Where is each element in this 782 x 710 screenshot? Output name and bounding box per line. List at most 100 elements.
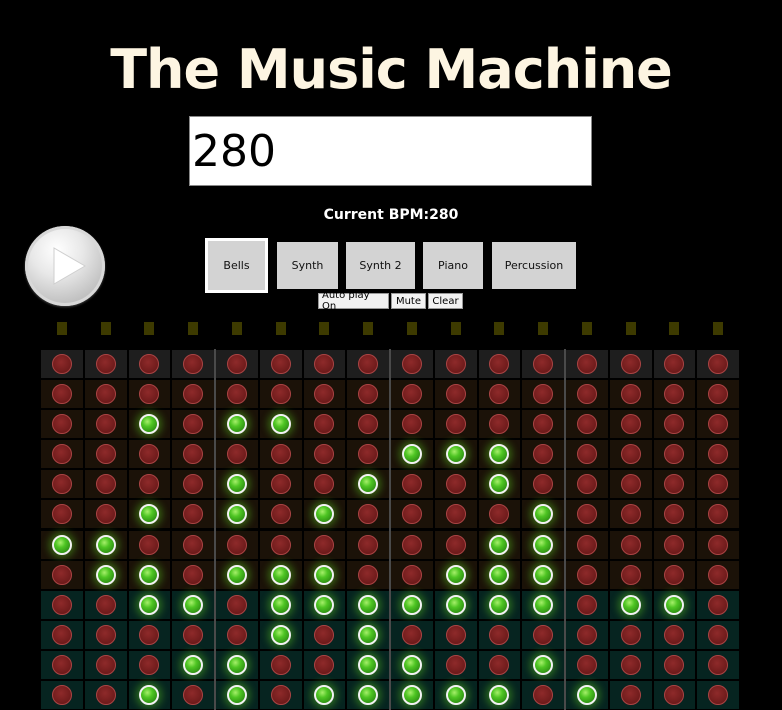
note-on-toggle[interactable]: [95, 534, 116, 555]
note-off-toggle[interactable]: [51, 504, 72, 525]
note-off-toggle[interactable]: [489, 354, 510, 375]
note-off-toggle[interactable]: [664, 564, 685, 585]
grid-cell[interactable]: [478, 620, 521, 649]
note-off-toggle[interactable]: [664, 474, 685, 495]
note-off-toggle[interactable]: [226, 444, 247, 465]
grid-cell[interactable]: [609, 500, 652, 529]
note-off-toggle[interactable]: [445, 414, 466, 435]
note-off-toggle[interactable]: [576, 444, 597, 465]
note-off-toggle[interactable]: [139, 534, 160, 555]
grid-cell[interactable]: [522, 560, 564, 589]
grid-cell[interactable]: [41, 500, 83, 529]
note-off-toggle[interactable]: [183, 534, 204, 555]
grid-cell[interactable]: [347, 650, 389, 679]
grid-cell[interactable]: [172, 500, 214, 529]
grid-cell[interactable]: [522, 500, 564, 529]
note-off-toggle[interactable]: [358, 414, 379, 435]
note-off-toggle[interactable]: [51, 624, 72, 645]
note-off-toggle[interactable]: [664, 534, 685, 555]
grid-cell[interactable]: [216, 530, 258, 559]
note-off-toggle[interactable]: [620, 564, 641, 585]
grid-cell[interactable]: [41, 560, 83, 589]
instrument-synth2-button[interactable]: Synth 2: [346, 242, 415, 289]
note-on-toggle[interactable]: [183, 594, 204, 615]
grid-cell[interactable]: [172, 410, 214, 439]
grid-cell[interactable]: [434, 620, 477, 649]
grid-cell[interactable]: [522, 380, 564, 409]
grid-cell[interactable]: [84, 350, 127, 379]
grid-cell[interactable]: [697, 410, 739, 439]
note-off-toggle[interactable]: [708, 354, 729, 375]
grid-cell[interactable]: [128, 620, 171, 649]
note-off-toggle[interactable]: [576, 504, 597, 525]
note-off-toggle[interactable]: [445, 474, 466, 495]
note-off-toggle[interactable]: [139, 474, 160, 495]
note-off-toggle[interactable]: [576, 624, 597, 645]
note-off-toggle[interactable]: [576, 654, 597, 675]
note-on-toggle[interactable]: [489, 564, 510, 585]
grid-cell[interactable]: [391, 410, 433, 439]
grid-cell[interactable]: [84, 650, 127, 679]
note-off-toggle[interactable]: [314, 444, 335, 465]
note-on-toggle[interactable]: [489, 534, 510, 555]
grid-cell[interactable]: [609, 680, 652, 709]
note-off-toggle[interactable]: [314, 534, 335, 555]
note-on-toggle[interactable]: [533, 534, 554, 555]
grid-cell[interactable]: [84, 530, 127, 559]
note-off-toggle[interactable]: [620, 654, 641, 675]
note-off-toggle[interactable]: [401, 504, 422, 525]
note-off-toggle[interactable]: [270, 354, 291, 375]
grid-cell[interactable]: [609, 470, 652, 499]
grid-cell[interactable]: [478, 590, 521, 619]
note-off-toggle[interactable]: [533, 414, 554, 435]
grid-cell[interactable]: [347, 410, 389, 439]
grid-cell[interactable]: [216, 410, 258, 439]
note-off-toggle[interactable]: [51, 654, 72, 675]
grid-cell[interactable]: [566, 530, 608, 559]
grid-cell[interactable]: [347, 680, 389, 709]
note-off-toggle[interactable]: [51, 684, 72, 705]
grid-cell[interactable]: [434, 530, 477, 559]
grid-cell[interactable]: [128, 440, 171, 469]
note-off-toggle[interactable]: [620, 444, 641, 465]
note-off-toggle[interactable]: [183, 384, 204, 405]
instrument-bells-button[interactable]: Bells: [205, 238, 268, 293]
grid-cell[interactable]: [653, 620, 696, 649]
grid-cell[interactable]: [259, 440, 302, 469]
note-on-toggle[interactable]: [270, 414, 291, 435]
note-on-toggle[interactable]: [664, 594, 685, 615]
note-on-toggle[interactable]: [139, 414, 160, 435]
grid-cell[interactable]: [478, 440, 521, 469]
note-off-toggle[interactable]: [445, 504, 466, 525]
grid-cell[interactable]: [391, 650, 433, 679]
grid-cell[interactable]: [697, 650, 739, 679]
grid-cell[interactable]: [347, 380, 389, 409]
note-on-toggle[interactable]: [489, 444, 510, 465]
note-off-toggle[interactable]: [358, 564, 379, 585]
grid-cell[interactable]: [653, 350, 696, 379]
grid-cell[interactable]: [609, 560, 652, 589]
note-off-toggle[interactable]: [183, 564, 204, 585]
note-off-toggle[interactable]: [51, 594, 72, 615]
grid-cell[interactable]: [697, 500, 739, 529]
grid-cell[interactable]: [347, 470, 389, 499]
grid-cell[interactable]: [697, 350, 739, 379]
grid-cell[interactable]: [478, 410, 521, 439]
grid-cell[interactable]: [653, 380, 696, 409]
grid-cell[interactable]: [128, 530, 171, 559]
grid-cell[interactable]: [391, 590, 433, 619]
note-off-toggle[interactable]: [358, 444, 379, 465]
note-off-toggle[interactable]: [358, 504, 379, 525]
grid-cell[interactable]: [478, 530, 521, 559]
grid-cell[interactable]: [84, 560, 127, 589]
grid-cell[interactable]: [522, 650, 564, 679]
note-off-toggle[interactable]: [576, 534, 597, 555]
grid-cell[interactable]: [697, 620, 739, 649]
note-on-toggle[interactable]: [51, 534, 72, 555]
grid-cell[interactable]: [609, 530, 652, 559]
note-on-toggle[interactable]: [314, 564, 335, 585]
note-off-toggle[interactable]: [51, 444, 72, 465]
note-off-toggle[interactable]: [445, 624, 466, 645]
note-off-toggle[interactable]: [183, 474, 204, 495]
note-on-toggle[interactable]: [533, 504, 554, 525]
